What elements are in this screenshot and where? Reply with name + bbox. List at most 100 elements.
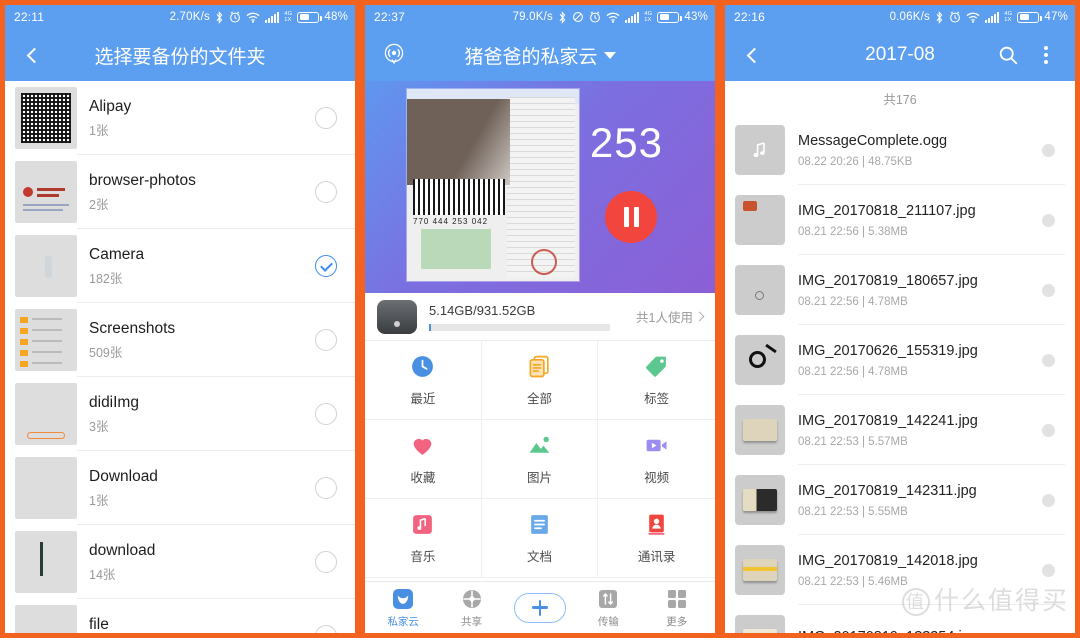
status-net-speed: 2.70K/s: [169, 11, 210, 23]
grid-label: 通讯录: [637, 549, 676, 564]
file-row[interactable]: IMG_20170819_1??354.jpg: [725, 605, 1075, 633]
folder-thumbnail: [15, 235, 77, 297]
storage-summary[interactable]: 5.14GB/931.52GB 共1人使用: [365, 293, 715, 341]
phone-panel-left: 22:11 2.70K/s 4G 1X 48% 选择要备份的文件夹 Alipay…: [0, 0, 360, 638]
folder-checkbox[interactable]: [315, 551, 337, 573]
bluetooth-icon: [215, 10, 224, 24]
status-time: 22:16: [734, 10, 766, 24]
status-bar-middle: 22:37 79.0K/s 4G 1X 43%: [365, 5, 715, 29]
folder-name: Screenshots: [89, 319, 176, 337]
file-row[interactable]: IMG_20170819_142311.jpg 08.21 22:53 | 5.…: [725, 465, 1075, 535]
folder-row[interactable]: Screenshots 509张: [5, 303, 355, 377]
file-select-dot[interactable]: [1042, 213, 1055, 227]
tab-label: 私家云: [387, 615, 419, 628]
folder-checkbox[interactable]: [315, 625, 337, 633]
folder-row[interactable]: file 1张: [5, 599, 355, 633]
folder-row[interactable]: browser-photos 2张: [5, 155, 355, 229]
battery-icon: [1017, 11, 1042, 23]
battery-icon: [657, 11, 682, 23]
grid-item-music[interactable]: 音乐: [365, 499, 482, 578]
folder-checkbox[interactable]: [315, 107, 337, 129]
folder-row[interactable]: Alipay 1张: [5, 81, 355, 155]
folder-count: 3张: [89, 420, 109, 435]
file-row[interactable]: IMG_20170818_211107.jpg 08.21 22:56 | 5.…: [725, 185, 1075, 255]
folder-name: browser-photos: [89, 171, 196, 189]
file-thumbnail: [735, 545, 785, 595]
grid-item-recent[interactable]: 最近: [365, 341, 482, 420]
tab-share[interactable]: 共享: [441, 587, 503, 629]
grid-item-contacts[interactable]: 通讯录: [598, 499, 715, 578]
file-select-dot[interactable]: [1042, 283, 1055, 297]
back-button[interactable]: [737, 38, 771, 72]
grid-item-favorites[interactable]: 收藏: [365, 420, 482, 499]
pause-button[interactable]: [605, 191, 657, 243]
clock-icon: [410, 354, 436, 380]
back-button[interactable]: [17, 38, 51, 72]
tab-add[interactable]: [509, 592, 571, 623]
folder-row[interactable]: didiImg 3张: [5, 377, 355, 451]
folder-checkbox[interactable]: [315, 181, 337, 203]
file-row[interactable]: IMG_20170819_180657.jpg 08.21 22:56 | 4.…: [725, 255, 1075, 325]
file-select-dot[interactable]: [1042, 353, 1055, 367]
file-thumbnail: [735, 195, 785, 245]
file-name: IMG_20170818_211107.jpg: [798, 203, 976, 220]
folder-checkbox[interactable]: [315, 329, 337, 351]
folder-count: 509张: [89, 346, 123, 361]
file-meta: 08.22 20:26 | 48.75KB: [798, 155, 913, 168]
folder-checkbox[interactable]: [315, 255, 337, 277]
file-select-dot[interactable]: [1042, 143, 1055, 157]
shared-users-label: 共1人使用: [636, 311, 693, 325]
alarm-icon: [949, 11, 961, 23]
appbar-right: 2017-08: [725, 29, 1075, 81]
file-row[interactable]: IMG_20170626_155319.jpg 08.21 22:56 | 4.…: [725, 325, 1075, 395]
folder-row[interactable]: download 14张: [5, 525, 355, 599]
file-meta: 08.21 22:53 | 5.46MB: [798, 575, 908, 588]
grid-label: 音乐: [410, 549, 436, 564]
file-row[interactable]: IMG_20170819_142018.jpg 08.21 22:53 | 5.…: [725, 535, 1075, 605]
battery-percent: 43%: [684, 11, 708, 23]
grid-item-videos[interactable]: 视频: [598, 420, 715, 499]
folder-count: 182张: [89, 272, 123, 287]
broadcast-button[interactable]: [377, 38, 411, 72]
folder-checkbox[interactable]: [315, 477, 337, 499]
tab-transfer[interactable]: 传输: [577, 587, 639, 629]
tab-label: 传输: [597, 615, 619, 628]
tab-private-cloud[interactable]: 私家云: [372, 587, 434, 629]
folder-row[interactable]: Download 1张: [5, 451, 355, 525]
file-row[interactable]: IMG_20170819_142241.jpg 08.21 22:53 | 5.…: [725, 395, 1075, 465]
chevron-down-icon: [603, 51, 616, 59]
grid-item-images[interactable]: 图片: [481, 420, 599, 499]
file-select-dot[interactable]: [1042, 423, 1055, 437]
folder-name: download: [89, 541, 156, 559]
network-type-icon: 4G 1X: [284, 11, 293, 23]
file-name: IMG_20170819_142241.jpg: [798, 413, 978, 430]
grid-more-icon: [665, 587, 689, 611]
grid-item-tags[interactable]: 标签: [598, 341, 715, 420]
folder-thumbnail: [15, 531, 77, 593]
battery-icon: [297, 11, 322, 23]
file-thumbnail: [735, 615, 785, 633]
network-type-icon: 4G 1X: [1004, 11, 1013, 23]
file-row[interactable]: MessageComplete.ogg 08.22 20:26 | 48.75K…: [725, 115, 1075, 185]
upload-count: 253: [589, 119, 663, 166]
status-net-speed: 0.06K/s: [889, 11, 930, 23]
chevron-right-icon: [694, 311, 705, 322]
file-name: IMG_20170819_1??354.jpg: [798, 628, 1036, 633]
tab-more[interactable]: 更多: [646, 587, 708, 629]
search-button[interactable]: [991, 38, 1025, 72]
file-select-dot[interactable]: [1042, 493, 1055, 507]
folder-thumbnail: [15, 383, 77, 445]
file-select-dot[interactable]: [1042, 563, 1055, 577]
add-button[interactable]: [513, 592, 566, 623]
bottom-tab-bar: 私家云 共享 传输 更多: [365, 581, 715, 633]
file-thumbnail: [735, 125, 785, 175]
folder-row[interactable]: Camera 182张: [5, 229, 355, 303]
folder-name: Download: [89, 467, 158, 485]
overflow-button[interactable]: [1029, 38, 1063, 72]
folder-list: Alipay 1张 browser-photos 2张 Camera 182张 …: [5, 81, 355, 633]
grid-item-all[interactable]: 全部: [481, 341, 599, 420]
folder-thumbnail: [15, 457, 77, 519]
grid-item-documents[interactable]: 文档: [481, 499, 599, 578]
shared-users[interactable]: 共1人使用: [636, 307, 705, 326]
folder-checkbox[interactable]: [315, 403, 337, 425]
